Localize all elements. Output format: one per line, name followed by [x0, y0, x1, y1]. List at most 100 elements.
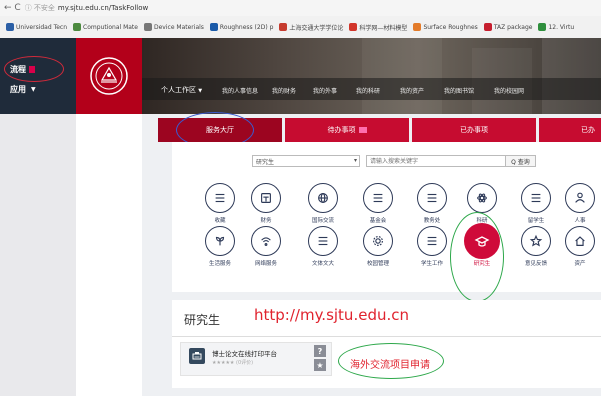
department-select[interactable]: 研究生 ▾ [252, 155, 360, 167]
bookmark-label: TAZ package [493, 23, 533, 31]
bookmark-label: Device Materials [153, 23, 204, 31]
service-star-button[interactable] [521, 226, 551, 256]
favorite-star-icon[interactable]: ★ [314, 359, 326, 371]
bookmark-favicon-icon [73, 23, 82, 31]
service-list-button[interactable] [521, 183, 551, 213]
bookmark-item[interactable]: 上海交通大学学位论 [279, 23, 343, 32]
person-icon [575, 192, 585, 203]
service-label: 教务处 [423, 218, 441, 224]
service-leaf-button[interactable] [205, 226, 235, 256]
service-globe-button[interactable] [308, 183, 338, 213]
bookmark-favicon-icon [209, 23, 218, 31]
chevron-down-icon: ▼ [31, 86, 36, 93]
service-label: 校园管理 [366, 261, 389, 267]
seal-icon [90, 57, 128, 95]
bookmarks-bar: Universidad Tecn Computional Mate Device M… [0, 16, 601, 39]
list-icon [215, 193, 225, 203]
service-list-button[interactable] [417, 183, 447, 213]
service-person-button[interactable] [565, 183, 595, 213]
bookmark-favicon-icon [279, 23, 288, 31]
bookmark-item[interactable]: TAZ package [483, 23, 533, 31]
university-logo[interactable] [76, 38, 142, 114]
menu-item-campus-network[interactable]: 我的校园网 [494, 86, 524, 95]
search-input[interactable] [366, 155, 506, 167]
atom-icon [477, 193, 487, 203]
list-icon [318, 236, 328, 246]
sidebar-item-label: 应用 [10, 85, 26, 94]
service-label: 财务 [260, 218, 272, 224]
header-banner [142, 38, 601, 114]
service-wifi-button[interactable] [251, 226, 281, 256]
service-label: 学生工作 [420, 261, 443, 267]
tab-todo[interactable]: 待办事项 [285, 118, 409, 142]
wallet-icon [261, 193, 271, 203]
service-home-button[interactable] [565, 226, 595, 256]
security-indicator[interactable]: ⓘ 不安全 [25, 3, 55, 13]
annotation-circle-graduate [450, 212, 504, 302]
bookmark-item[interactable]: Computional Mate [73, 23, 138, 31]
tab-done[interactable]: 已办事项 [412, 118, 536, 142]
bookmark-item[interactable]: 科学网—材料模型 [349, 23, 407, 32]
bookmark-item[interactable]: Surface Roughnes [413, 23, 478, 31]
bookmark-label: 科学网—材料模型 [359, 24, 408, 32]
bookmark-item[interactable]: Roughness (2D) p [209, 23, 274, 31]
tab-more[interactable]: 已办 [539, 118, 601, 142]
bookmark-item[interactable]: 12. Virtu [538, 23, 574, 31]
service-list-button[interactable] [205, 183, 235, 213]
service-label: 文体文大 [311, 261, 334, 267]
bookmark-label: 12. Virtu [548, 23, 575, 31]
bookmark-label: Roughness (2D) p [219, 23, 274, 31]
menu-item-assets[interactable]: 我的资产 [400, 86, 424, 95]
service-label: 国际交流 [311, 218, 334, 224]
service-list-button[interactable] [417, 226, 447, 256]
list-icon [373, 193, 383, 203]
bookmark-favicon-icon [143, 23, 152, 31]
menu-item-library[interactable]: 我的图书馆 [444, 86, 474, 95]
bookmark-item[interactable]: Device Materials [143, 23, 204, 31]
menu-item-research[interactable]: 我的科研 [356, 86, 380, 95]
annotation-circle-exchange [338, 343, 444, 379]
bookmark-label: Computional Mate [83, 23, 138, 31]
app-name[interactable]: 博士论文在线打印平台 [212, 348, 277, 358]
bookmark-label: Surface Roughnes [423, 23, 478, 31]
service-label: 人事 [574, 218, 586, 224]
help-icon[interactable]: ? [314, 345, 326, 357]
service-atom-button[interactable] [467, 183, 497, 213]
sidebar-item-apps[interactable]: 应用 ▼ [10, 84, 36, 95]
url-text[interactable]: my.sjtu.edu.cn/TaskFollow [58, 4, 148, 12]
star-icon [529, 234, 543, 247]
app-rating: ★★★★★ (0评价) [212, 360, 254, 366]
annotation-circle-flow [4, 56, 64, 82]
chevron-down-icon: ▼ [198, 88, 203, 94]
bookmark-item[interactable]: Universidad Tecn [6, 23, 67, 31]
service-label: 收藏 [214, 218, 226, 224]
bookmark-favicon-icon [538, 23, 547, 31]
service-label: 网络服务 [254, 261, 277, 267]
service-list-button[interactable] [308, 226, 338, 256]
home-icon [575, 236, 585, 246]
globe-icon [318, 193, 328, 203]
browser-nav-buttons[interactable]: ← C [4, 3, 21, 13]
service-label: 意见反馈 [524, 261, 547, 267]
menu-item-foreign-affairs[interactable]: 我的外事 [313, 86, 337, 95]
service-label: 资产 [574, 261, 586, 267]
address-bar[interactable]: ← C ⓘ 不安全 my.sjtu.edu.cn/TaskFollow [0, 0, 601, 16]
section-title: 研究生 [184, 313, 221, 327]
service-wallet-button[interactable] [251, 183, 281, 213]
bookmark-favicon-icon [483, 23, 492, 31]
list-icon [427, 236, 437, 246]
menu-item-finance[interactable]: 我的财务 [272, 86, 296, 95]
menu-personal-workspace[interactable]: 个人工作区 ▼ [161, 85, 202, 95]
service-gear-button[interactable] [363, 226, 393, 256]
search-button[interactable]: Q 查询 [506, 155, 536, 167]
notification-badge [358, 127, 367, 133]
app-printer-icon [189, 348, 205, 364]
service-list-button[interactable] [363, 183, 393, 213]
list-icon [427, 193, 437, 203]
site-url-annotation: http://my.sjtu.edu.cn [254, 306, 409, 324]
list-icon [531, 193, 541, 203]
bookmark-label: 上海交通大学学位论 [289, 24, 344, 32]
service-label: 留学生 [527, 218, 545, 224]
bookmark-favicon-icon [349, 23, 358, 31]
menu-item-hr[interactable]: 我的人事信息 [222, 86, 258, 95]
